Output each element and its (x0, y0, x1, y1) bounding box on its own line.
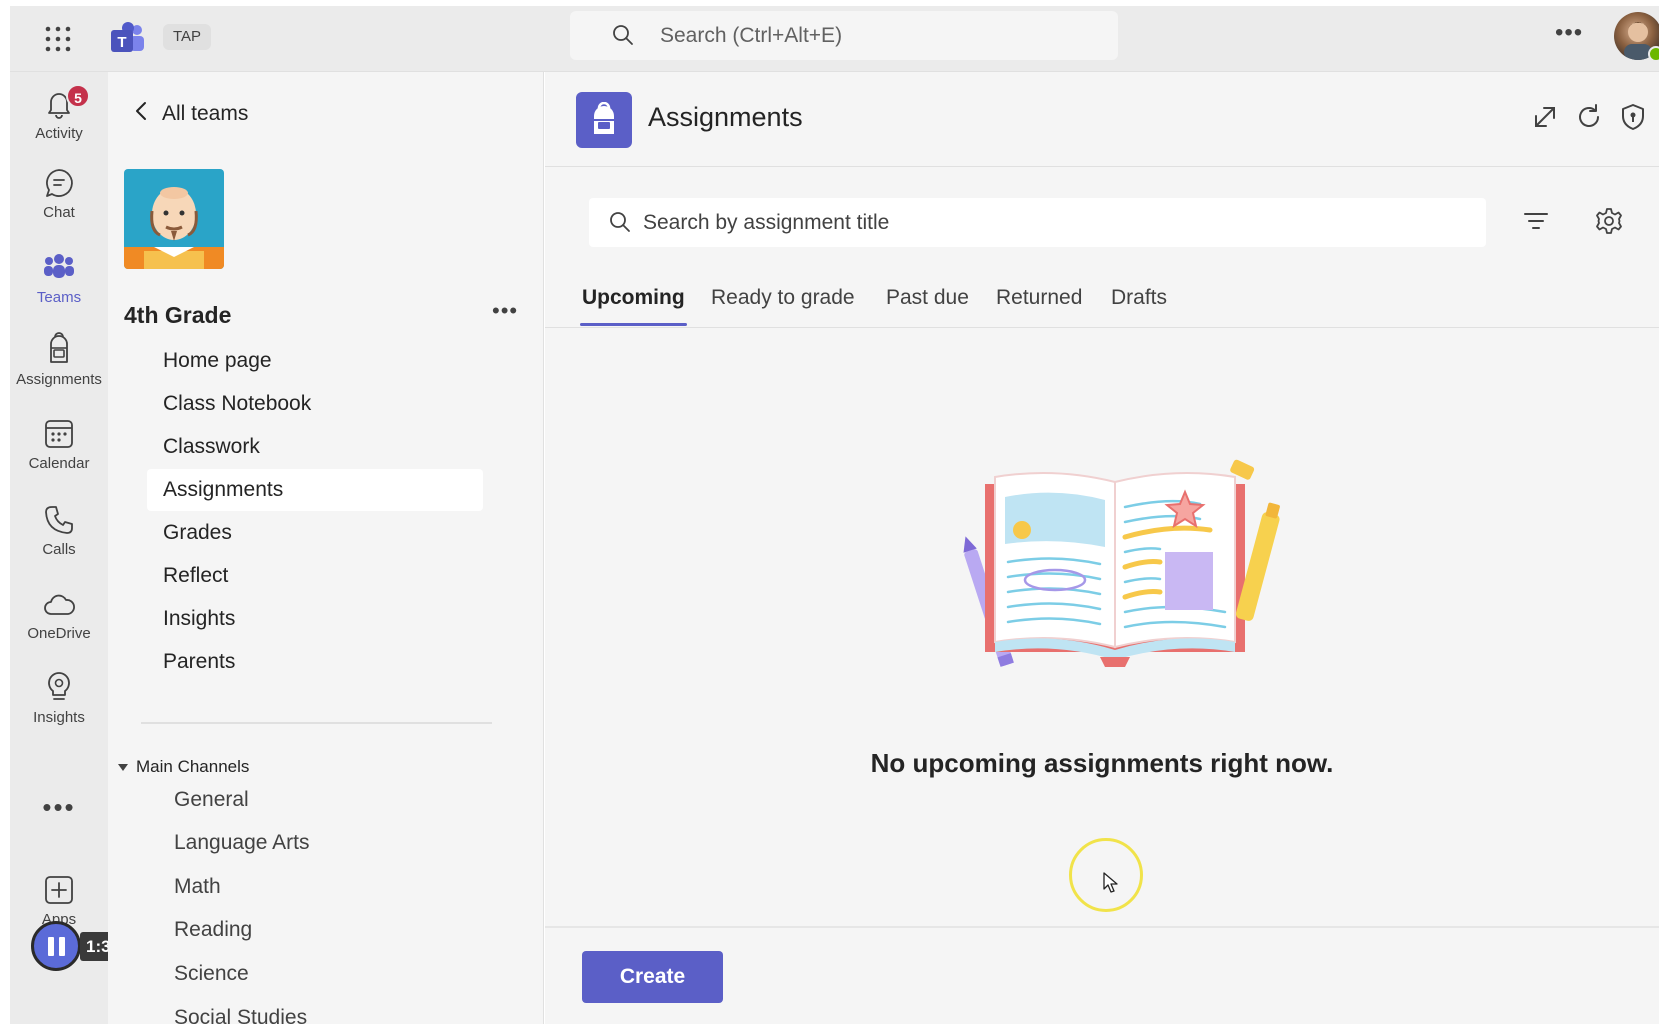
channel-item[interactable]: Math (174, 869, 221, 905)
page-title: Assignments (648, 102, 803, 132)
calendar-icon (10, 418, 108, 450)
team-nav-assignments[interactable]: Assignments (147, 469, 483, 511)
teams-icon (10, 252, 108, 284)
channel-item[interactable]: Reading (174, 912, 252, 948)
team-avatar (124, 169, 224, 269)
caret-down-icon (118, 763, 128, 771)
channel-item[interactable]: Language Arts (174, 825, 309, 861)
search-icon (609, 211, 631, 238)
empty-state-message: No upcoming assignments right now. (870, 748, 1334, 778)
divider (141, 722, 492, 724)
rail-item-calls[interactable]: Calls (10, 500, 108, 576)
rail-label: Assignments (16, 371, 102, 388)
assignment-search-input[interactable] (643, 207, 1443, 238)
bell-icon (10, 88, 108, 120)
cursor-highlight (1069, 838, 1143, 912)
lightbulb-icon (10, 670, 108, 704)
global-search-input[interactable] (660, 19, 1080, 52)
tab-upcoming[interactable]: Upcoming (580, 286, 687, 326)
rail-label: OneDrive (27, 625, 91, 642)
team-nav-insights[interactable]: Insights (147, 598, 483, 640)
backpack-icon (10, 332, 108, 366)
search-icon (612, 24, 634, 51)
rail-item-insights[interactable]: Insights (10, 668, 108, 744)
divider (545, 926, 1659, 928)
section-title: Main Channels (136, 757, 250, 776)
rail-label: Insights (33, 709, 85, 726)
main-channels-toggle[interactable]: Main Channels (118, 757, 249, 777)
phone-icon (10, 504, 108, 536)
channel-item[interactable]: Social Studies (174, 1000, 307, 1024)
create-button[interactable]: Create (582, 951, 723, 1003)
team-nav-reflect[interactable]: Reflect (147, 555, 483, 597)
chat-icon (10, 167, 108, 199)
assignments-main: Assignments Upcoming Ready to grade Past… (545, 72, 1659, 1024)
all-teams-back-link[interactable]: All teams (134, 100, 248, 128)
team-more-options-icon[interactable]: ••• (492, 298, 518, 324)
channel-item[interactable]: General (174, 782, 249, 818)
team-nav-classwork[interactable]: Classwork (147, 426, 483, 468)
filter-icon[interactable] (1521, 206, 1553, 238)
team-nav-class-notebook[interactable]: Class Notebook (147, 383, 483, 425)
rail-item-activity[interactable]: Activity 5 (10, 78, 108, 154)
global-search[interactable] (570, 11, 1118, 60)
chevron-left-icon (134, 100, 148, 128)
more-apps-icon[interactable]: ••• (10, 792, 108, 823)
rail-label: Calls (42, 541, 76, 558)
team-panel: All teams 4th Grade ••• Home page Class … (108, 72, 544, 1024)
team-nav-home-page[interactable]: Home page (147, 340, 483, 382)
rail-item-chat[interactable]: Chat (10, 162, 108, 238)
expand-icon[interactable] (1530, 102, 1562, 134)
rail-item-assignments[interactable]: Assignments (10, 330, 108, 406)
team-nav-parents[interactable]: Parents (147, 641, 483, 683)
rail-label: Activity (35, 125, 83, 142)
rail-label: Calendar (28, 455, 90, 472)
notification-badge: 5 (66, 84, 90, 108)
shield-icon[interactable] (1618, 102, 1650, 134)
tab-drafts[interactable]: Drafts (1111, 286, 1167, 326)
tenant-label[interactable]: TAP (163, 24, 212, 50)
settings-gear-icon[interactable] (1594, 206, 1626, 238)
add-app-icon (10, 874, 108, 906)
app-header: Assignments (545, 72, 1659, 167)
rail-label: Chat (43, 204, 75, 221)
tab-ready-to-grade[interactable]: Ready to grade (711, 286, 855, 326)
rail-item-onedrive[interactable]: OneDrive (10, 584, 108, 660)
tab-past-due[interactable]: Past due (886, 286, 969, 326)
top-bar: T TAP ••• (10, 6, 1659, 72)
rail-item-calendar[interactable]: Calendar (10, 414, 108, 490)
app-rail: Activity 5 Chat Teams Assignments Calend… (10, 72, 108, 1024)
rail-label: Teams (36, 289, 82, 306)
mouse-pointer-icon (1103, 872, 1118, 893)
assignment-tabs: Upcoming Ready to grade Past due Returne… (545, 272, 1659, 328)
svg-text:T: T (117, 34, 126, 51)
assignments-app-icon (576, 92, 632, 148)
tab-returned[interactable]: Returned (996, 286, 1082, 326)
refresh-icon[interactable] (1574, 102, 1606, 134)
back-label: All teams (162, 102, 249, 125)
channel-item[interactable]: Science (174, 956, 249, 992)
assignment-search[interactable] (589, 198, 1486, 247)
cloud-icon (10, 592, 108, 620)
team-name: 4th Grade (124, 302, 232, 328)
empty-state-illustration (940, 452, 1300, 702)
app-launcher-icon[interactable] (43, 24, 73, 54)
teams-logo-icon: T (110, 21, 146, 57)
pause-recording-button[interactable] (31, 921, 81, 971)
rail-item-teams[interactable]: Teams (10, 248, 108, 324)
presence-available-icon (1648, 46, 1659, 62)
team-nav-grades[interactable]: Grades (147, 512, 483, 554)
more-options-icon[interactable]: ••• (1555, 19, 1583, 47)
